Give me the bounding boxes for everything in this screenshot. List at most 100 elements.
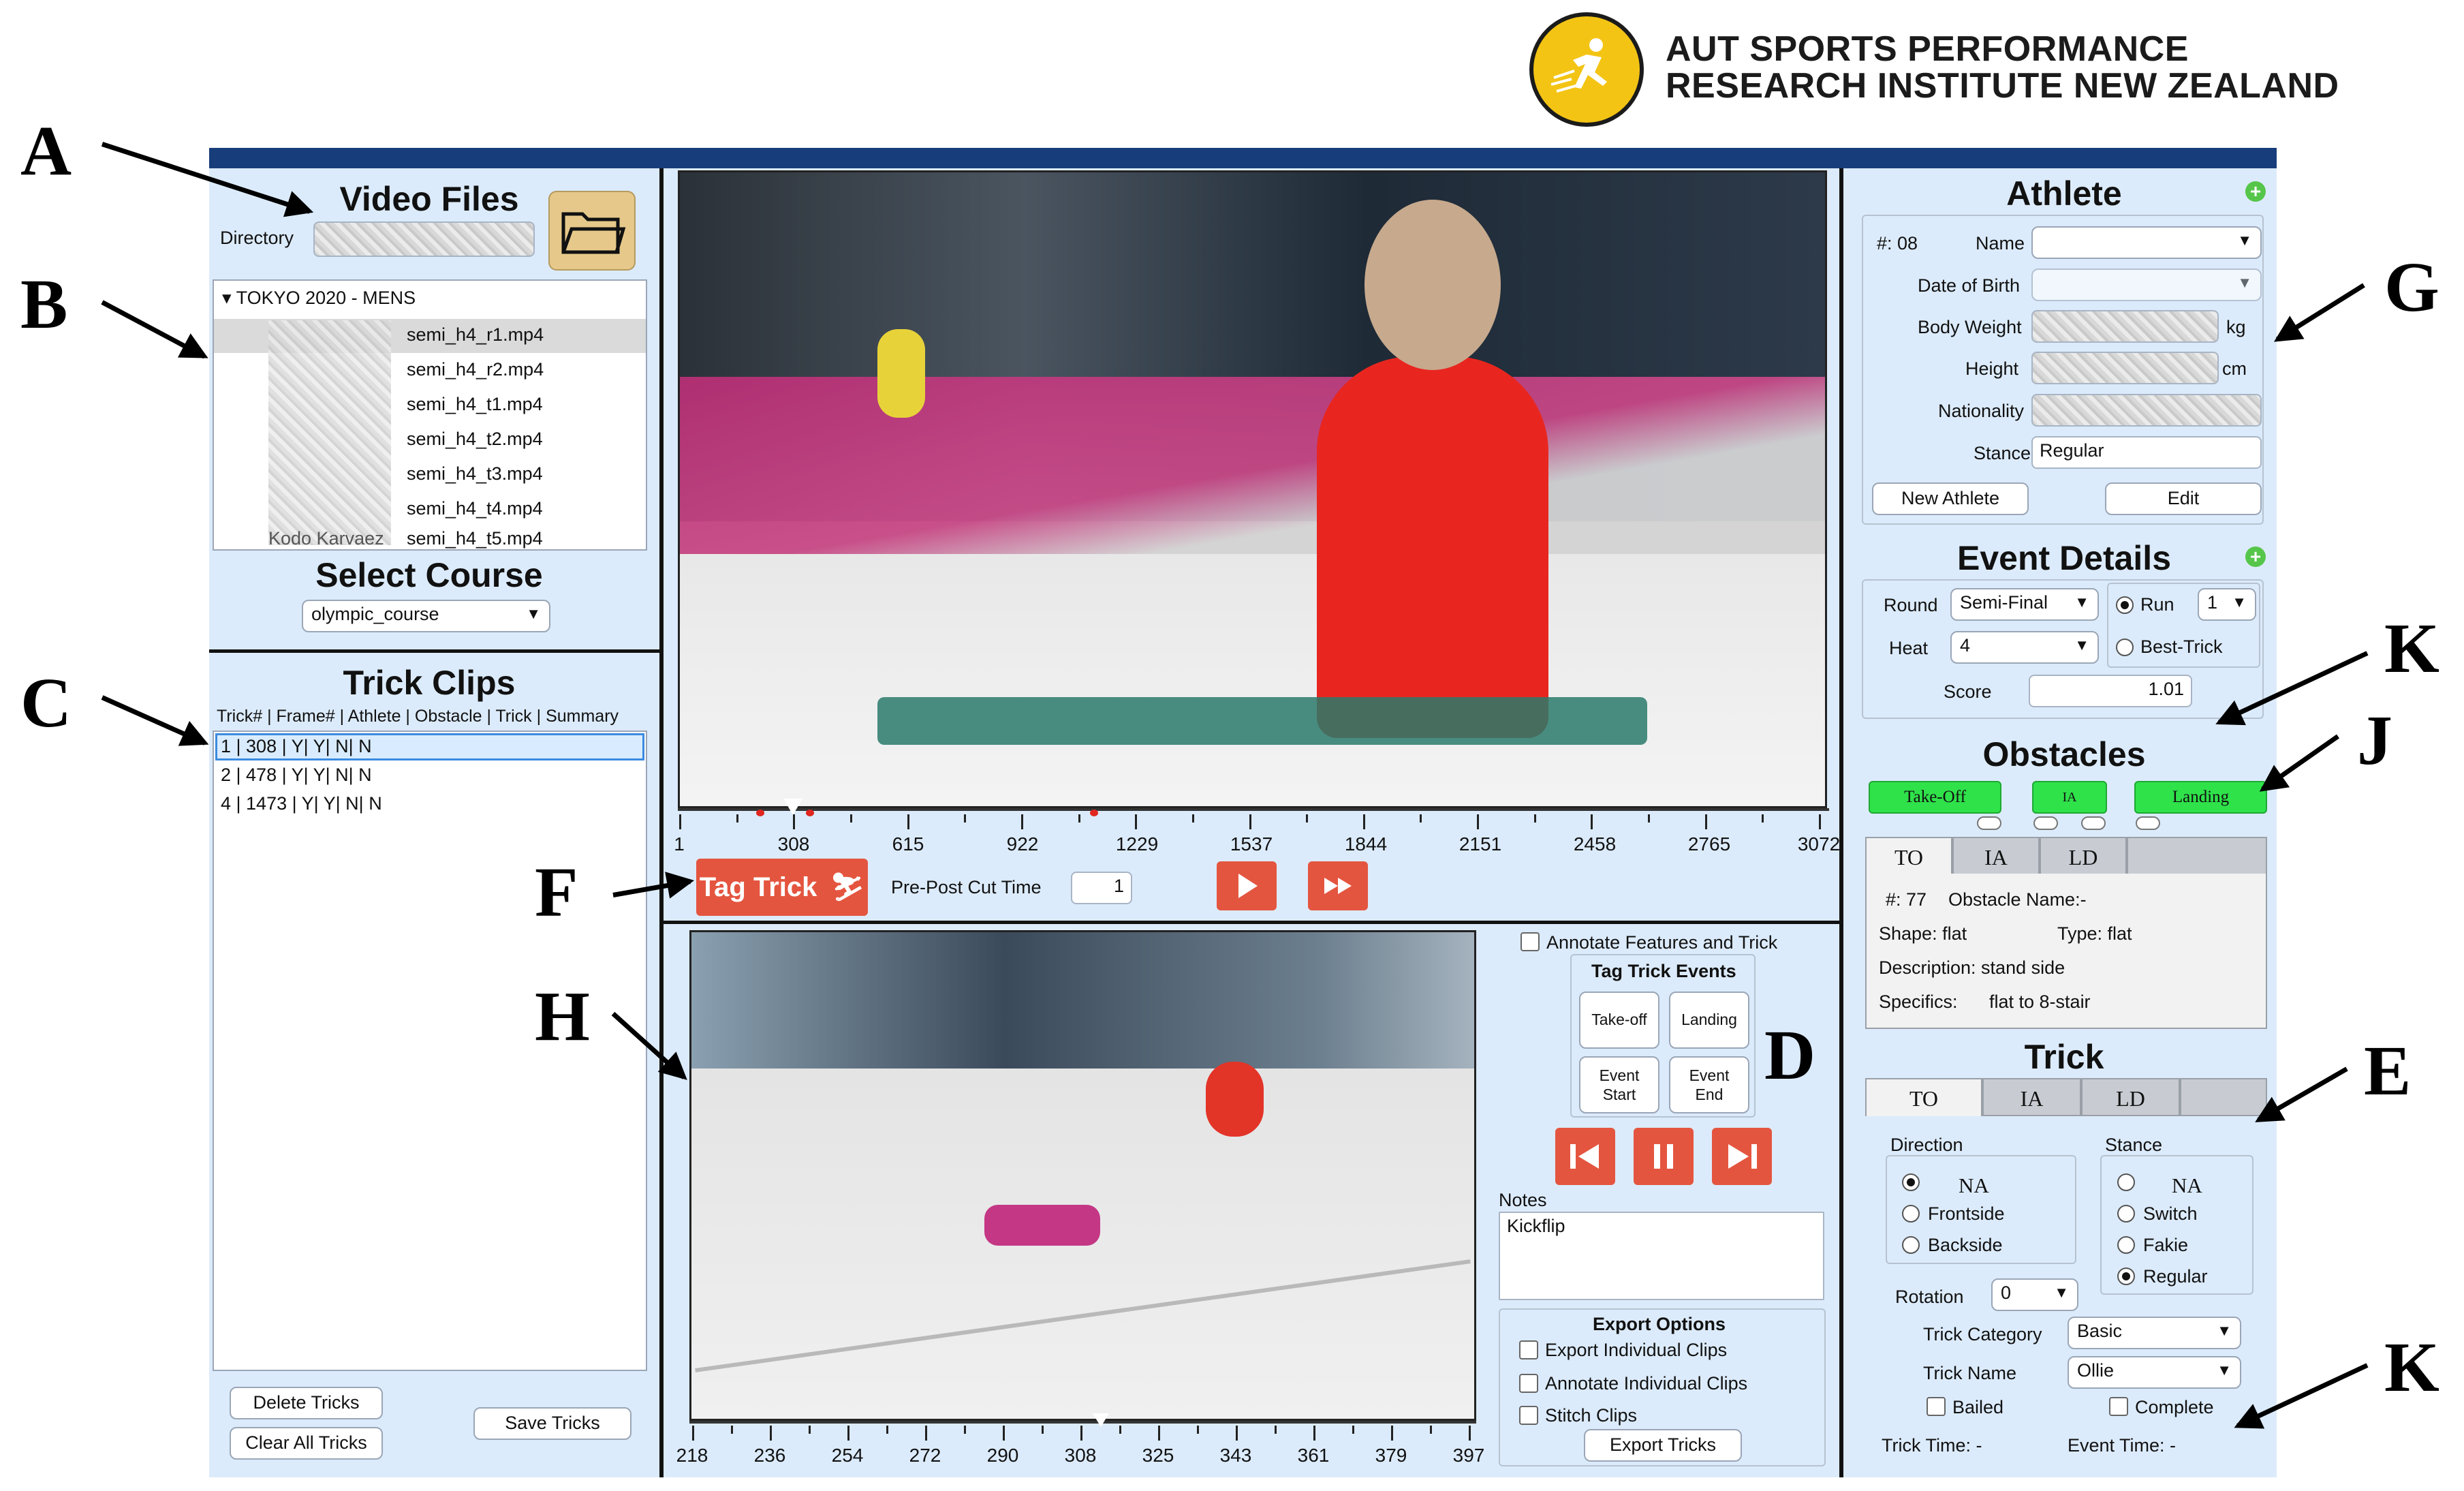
direction-frontside-radio[interactable] bbox=[1902, 1205, 1920, 1223]
height-field[interactable] bbox=[2031, 352, 2219, 384]
add-event-icon[interactable]: + bbox=[2245, 547, 2266, 567]
rotation-select[interactable]: 0 ▼ bbox=[1991, 1278, 2078, 1311]
annotation-f: F bbox=[535, 853, 578, 932]
clip-row[interactable]: 2 | 478 | Y| Y| N| N bbox=[221, 765, 372, 786]
file-item[interactable]: semi_h4_t4.mp4 bbox=[407, 498, 543, 519]
clip-row[interactable]: 1 | 308 | Y| Y| N| N bbox=[221, 736, 372, 757]
stance-na-radio[interactable] bbox=[2117, 1173, 2135, 1191]
heat-label: Heat bbox=[1889, 638, 1929, 658]
obstacle-takeoff-button[interactable]: Take-Off bbox=[1869, 781, 2001, 814]
nationality-field[interactable] bbox=[2031, 394, 2262, 427]
annotate-individual-checkbox[interactable] bbox=[1519, 1374, 1538, 1393]
direction-na-radio[interactable] bbox=[1902, 1173, 1920, 1191]
obstacle-tab-ia[interactable]: IA bbox=[1952, 837, 2040, 875]
run-select[interactable]: 1 ▼ bbox=[2198, 588, 2256, 621]
obstacle-type: Type: flat bbox=[2057, 923, 2132, 944]
open-folder-button[interactable] bbox=[548, 191, 636, 271]
play-button[interactable] bbox=[1217, 861, 1277, 910]
course-select-value: olympic_course bbox=[311, 604, 439, 624]
timeline-playhead[interactable] bbox=[783, 799, 802, 815]
arrow-g bbox=[2275, 283, 2365, 341]
main-video-frame[interactable] bbox=[678, 170, 1827, 808]
file-item[interactable]: semi_h4_t1.mp4 bbox=[407, 394, 543, 415]
weight-field[interactable] bbox=[2031, 310, 2219, 343]
add-athlete-icon[interactable]: + bbox=[2245, 181, 2266, 202]
trick-name-select[interactable]: Ollie ▼ bbox=[2068, 1356, 2241, 1389]
file-item[interactable]: semi_h4_t3.mp4 bbox=[407, 463, 543, 485]
stance-regular-radio[interactable] bbox=[2117, 1267, 2135, 1285]
round-select[interactable]: Semi-Final ▼ bbox=[1950, 588, 2099, 621]
skip-back-icon bbox=[1570, 1144, 1599, 1169]
heat-select[interactable]: 4 ▼ bbox=[1950, 631, 2099, 664]
category-select[interactable]: Basic ▼ bbox=[2068, 1317, 2241, 1349]
obstacle-tab-ld[interactable]: LD bbox=[2040, 837, 2127, 875]
clip-video-frame[interactable] bbox=[689, 930, 1476, 1421]
trick-clips-header: Trick# | Frame# | Athlete | Obstacle | T… bbox=[217, 707, 619, 726]
athlete-name-select[interactable]: ▼ bbox=[2031, 226, 2262, 259]
left-section-divider bbox=[209, 649, 659, 653]
obstacle-landing-button[interactable]: Landing bbox=[2134, 781, 2267, 814]
clip-playhead[interactable] bbox=[1093, 1413, 1109, 1427]
event-start-button[interactable]: Event Start bbox=[1579, 1056, 1659, 1113]
obstacle-ia-button[interactable]: IA bbox=[2032, 781, 2107, 814]
delete-tricks-button[interactable]: Delete Tricks bbox=[230, 1387, 383, 1419]
complete-checkbox[interactable] bbox=[2109, 1397, 2128, 1416]
run-radio[interactable] bbox=[2116, 596, 2134, 614]
new-athlete-button[interactable]: New Athlete bbox=[1872, 482, 2029, 515]
main-timeline-track[interactable] bbox=[678, 808, 1829, 811]
stitch-clips-label: Stitch Clips bbox=[1545, 1405, 1638, 1426]
tick-label: 308 bbox=[777, 833, 810, 855]
obstacle-tab-to[interactable]: TO bbox=[1865, 837, 1952, 875]
clip-timeline-track[interactable] bbox=[689, 1421, 1476, 1424]
direction-backside-radio[interactable] bbox=[1902, 1236, 1920, 1254]
timeline-tick bbox=[925, 1426, 927, 1441]
course-select[interactable]: olympic_course ▼ bbox=[302, 600, 550, 632]
file-item[interactable]: semi_h4_t5.mp4 bbox=[407, 528, 543, 549]
trick-tab-ia[interactable]: IA bbox=[1982, 1078, 2081, 1116]
annotate-checkbox[interactable] bbox=[1520, 932, 1540, 951]
best-trick-radio[interactable] bbox=[2116, 639, 2134, 656]
athlete-stance-field[interactable]: Regular bbox=[2031, 436, 2262, 469]
stitch-clips-checkbox[interactable] bbox=[1519, 1406, 1538, 1425]
edit-athlete-button[interactable]: Edit bbox=[2105, 482, 2262, 515]
score-field[interactable]: 1.01 bbox=[2029, 675, 2192, 707]
pause-button[interactable] bbox=[1634, 1128, 1694, 1185]
trick-tab-to[interactable]: TO bbox=[1865, 1078, 1982, 1116]
stance-switch-label: Switch bbox=[2143, 1203, 2198, 1224]
bailed-checkbox[interactable] bbox=[1927, 1397, 1946, 1416]
timeline-tick bbox=[1648, 814, 1651, 823]
event-end-button[interactable]: Event End bbox=[1669, 1056, 1749, 1113]
export-individual-checkbox[interactable] bbox=[1519, 1340, 1538, 1359]
landing-button[interactable]: Landing bbox=[1669, 992, 1749, 1049]
cut-time-input[interactable]: 1 bbox=[1071, 872, 1132, 904]
file-item[interactable]: semi_h4_r2.mp4 bbox=[407, 359, 544, 380]
file-item[interactable]: semi_h4_t2.mp4 bbox=[407, 429, 543, 450]
select-course-title: Select Course bbox=[315, 556, 543, 594]
stance-switch-radio[interactable] bbox=[2117, 1205, 2135, 1223]
clip-athlete bbox=[1206, 1062, 1264, 1137]
file-item[interactable]: semi_h4_r1.mp4 bbox=[407, 324, 544, 345]
save-tricks-button[interactable]: Save Tricks bbox=[473, 1407, 631, 1440]
aut-logo bbox=[1529, 12, 1644, 127]
timeline-tick bbox=[849, 814, 852, 823]
directory-field[interactable] bbox=[313, 221, 535, 257]
trick-tab-ld[interactable]: LD bbox=[2081, 1078, 2180, 1116]
video-flag bbox=[877, 329, 925, 418]
stance-fakie-radio[interactable] bbox=[2117, 1236, 2135, 1254]
notes-textarea[interactable]: Kickflip bbox=[1499, 1212, 1824, 1300]
dob-select[interactable]: ▼ bbox=[2031, 268, 2262, 301]
timeline-tick bbox=[770, 1426, 772, 1441]
fast-forward-button[interactable] bbox=[1308, 861, 1368, 910]
takeoff-button[interactable]: Take-off bbox=[1579, 992, 1659, 1049]
clear-all-tricks-button[interactable]: Clear All Tricks bbox=[230, 1427, 383, 1460]
tag-trick-button[interactable]: Tag Trick ⛷ bbox=[696, 859, 868, 916]
best-trick-label: Best-Trick bbox=[2140, 636, 2223, 657]
arrow-b bbox=[101, 300, 206, 359]
next-frame-button[interactable] bbox=[1712, 1128, 1772, 1185]
folder-group[interactable]: ▾ TOKYO 2020 - MENS bbox=[222, 288, 416, 309]
export-tricks-button[interactable]: Export Tricks bbox=[1584, 1429, 1742, 1462]
rotation-value: 0 bbox=[2001, 1282, 2012, 1303]
stance-fakie-label: Fakie bbox=[2143, 1235, 2189, 1255]
prev-frame-button[interactable] bbox=[1555, 1128, 1615, 1185]
clip-row[interactable]: 4 | 1473 | Y| Y| N| N bbox=[221, 793, 382, 814]
